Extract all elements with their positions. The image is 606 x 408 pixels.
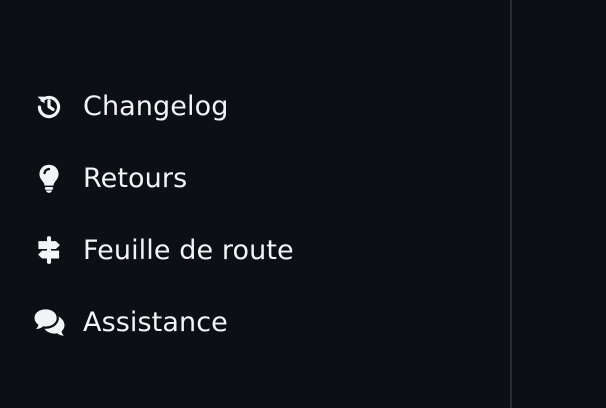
sidebar: Changelog Retours Feuille de route Assis… — [0, 0, 510, 408]
sidebar-item-feuille-de-route[interactable]: Feuille de route — [32, 214, 294, 286]
sidebar-item-assistance[interactable]: Assistance — [32, 286, 294, 358]
sidebar-nav: Changelog Retours Feuille de route Assis… — [32, 70, 294, 358]
signpost-icon — [32, 233, 66, 267]
chat-bubbles-icon — [32, 305, 66, 339]
sidebar-item-label: Feuille de route — [83, 234, 294, 266]
sidebar-item-label: Assistance — [83, 306, 228, 338]
sidebar-item-label: Changelog — [83, 90, 229, 122]
lightbulb-icon — [32, 161, 66, 195]
sidebar-item-retours[interactable]: Retours — [32, 142, 294, 214]
sidebar-item-label: Retours — [83, 162, 188, 194]
history-icon — [32, 89, 66, 123]
main-panel — [512, 0, 606, 408]
sidebar-item-changelog[interactable]: Changelog — [32, 70, 294, 142]
